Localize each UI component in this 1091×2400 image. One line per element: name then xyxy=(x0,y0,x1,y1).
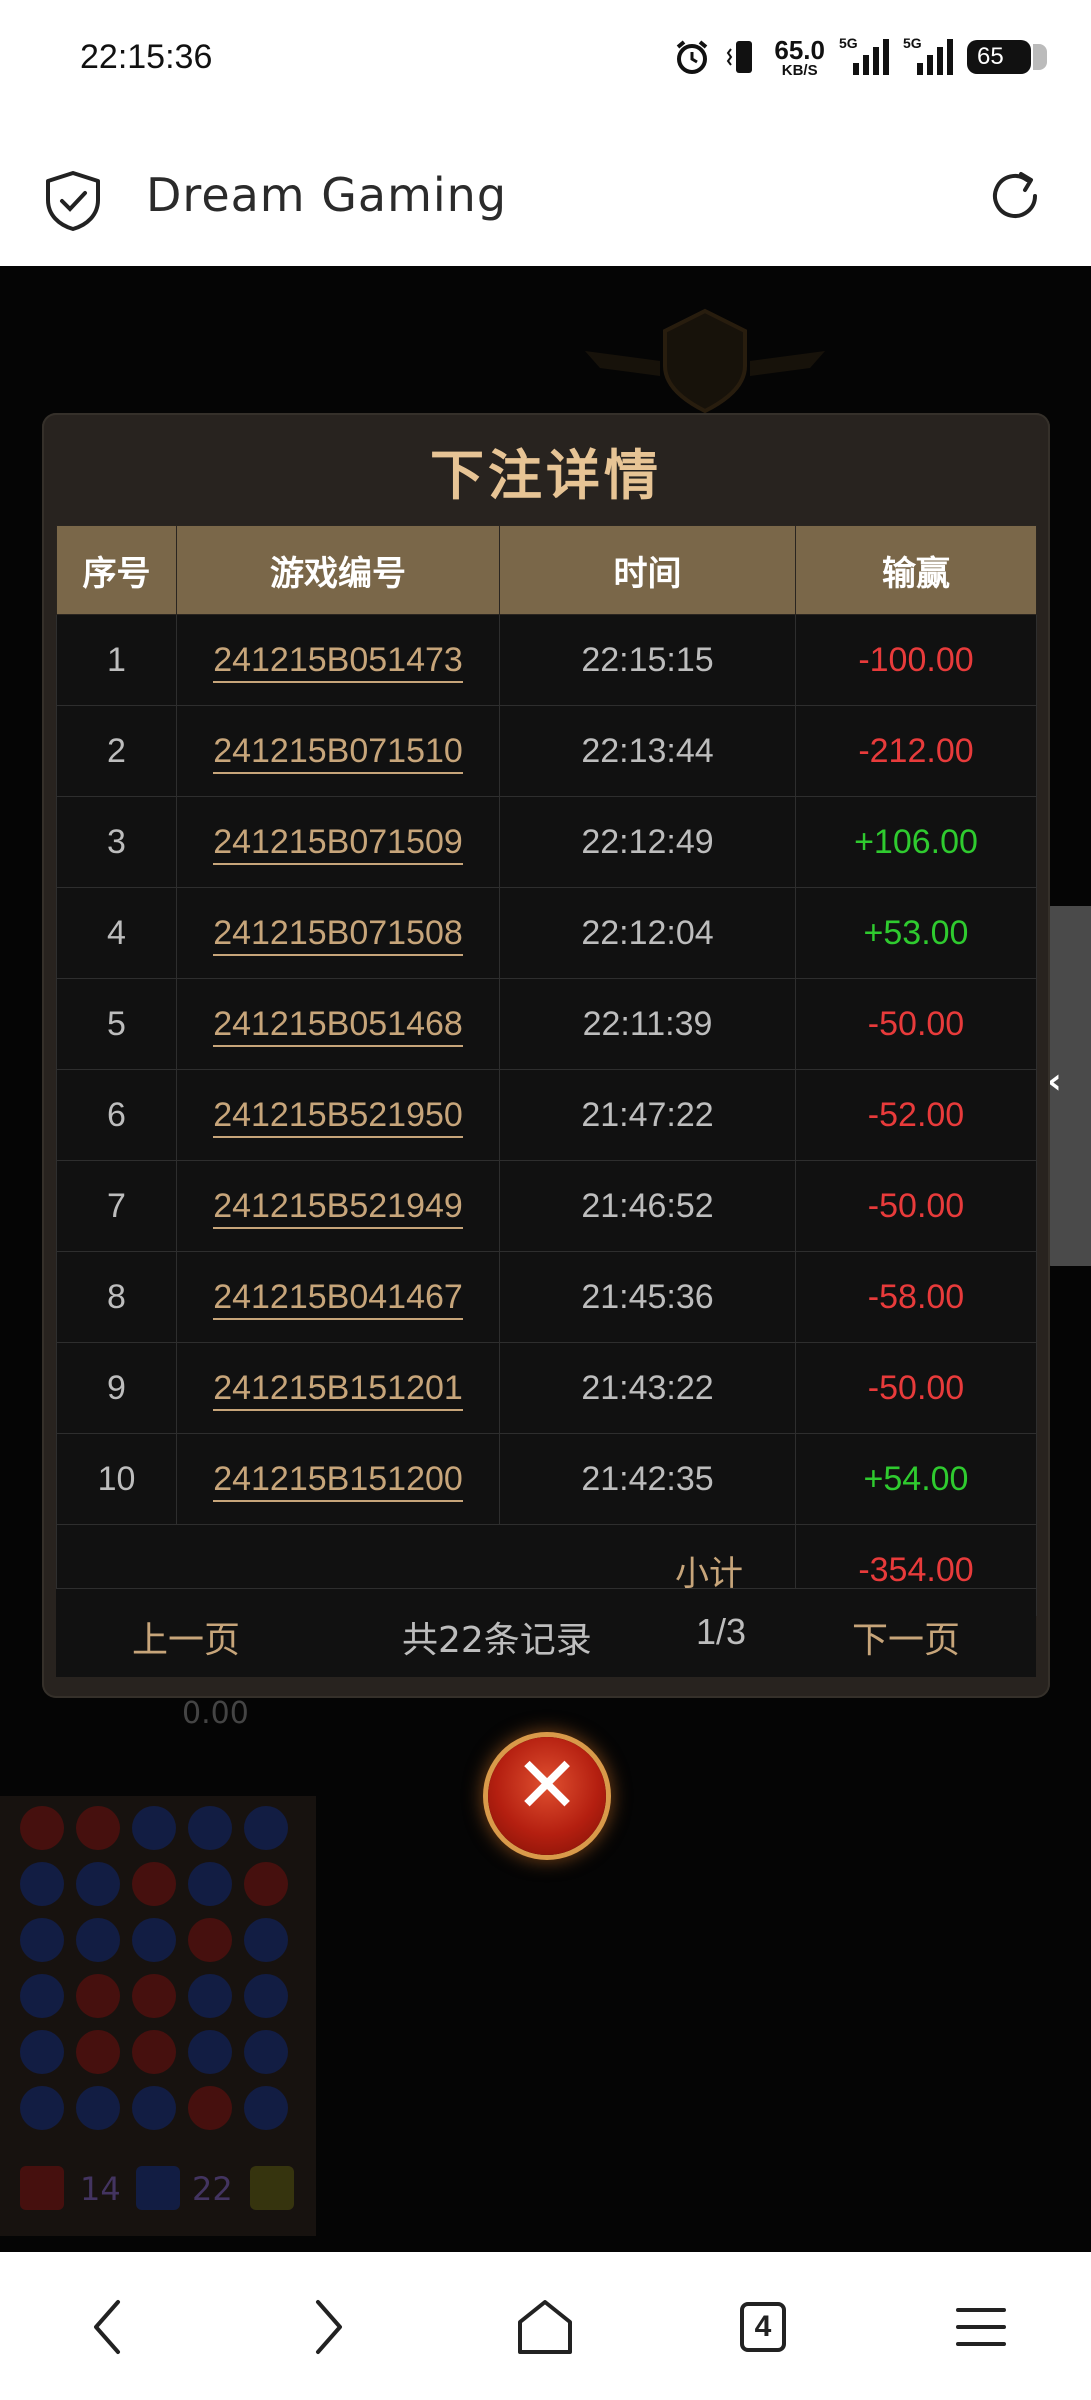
back-icon[interactable] xyxy=(74,2292,144,2362)
forward-icon[interactable] xyxy=(292,2292,362,2362)
cell-time: 21:47:22 xyxy=(499,1069,796,1161)
col-header-index: 序号 xyxy=(56,525,177,615)
game-id-link[interactable]: 241215B521950 xyxy=(213,1095,463,1138)
cell-game-id: 241215B071509 xyxy=(176,796,500,888)
cell-index: 1 xyxy=(56,614,177,706)
cell-result: +54.00 xyxy=(795,1433,1037,1525)
cell-game-id: 241215B151201 xyxy=(176,1342,500,1434)
col-header-result: 输赢 xyxy=(795,525,1037,615)
app-title: Dream Gaming xyxy=(146,168,508,222)
game-id-link[interactable]: 241215B041467 xyxy=(213,1277,463,1320)
reload-icon[interactable] xyxy=(985,166,1045,226)
cell-result: +53.00 xyxy=(795,887,1037,979)
table-row: 8 241215B041467 21:45:36 -58.00 xyxy=(56,1251,1037,1343)
prev-page-button[interactable]: 上一页 xyxy=(132,1611,240,1663)
cell-result: -100.00 xyxy=(795,614,1037,706)
game-id-link[interactable]: 241215B051468 xyxy=(213,1004,463,1047)
cell-index: 6 xyxy=(56,1069,177,1161)
table-row: 6 241215B521950 21:47:22 -52.00 xyxy=(56,1069,1037,1161)
bead-road: 14 22 xyxy=(0,1796,316,2236)
close-dialog-button[interactable]: ✕ xyxy=(488,1737,606,1855)
table-row: 10 241215B151200 21:42:35 +54.00 xyxy=(56,1433,1037,1525)
cell-game-id: 241215B051468 xyxy=(176,978,500,1070)
cell-time: 22:13:44 xyxy=(499,705,796,797)
cell-time: 22:15:15 xyxy=(499,614,796,706)
next-page-button[interactable]: 下一页 xyxy=(852,1611,960,1663)
cell-index: 7 xyxy=(56,1160,177,1252)
cell-time: 22:12:04 xyxy=(499,887,796,979)
cell-time: 22:12:49 xyxy=(499,796,796,888)
vibrate-icon xyxy=(727,41,753,73)
game-id-link[interactable]: 241215B071508 xyxy=(213,913,463,956)
game-id-link[interactable]: 241215B151200 xyxy=(213,1459,463,1502)
network-speed: 65.0 KB/S xyxy=(774,34,825,79)
table-row: 5 241215B051468 22:11:39 -50.00 xyxy=(56,978,1037,1070)
cell-time: 21:45:36 xyxy=(499,1251,796,1343)
cell-result: -50.00 xyxy=(795,978,1037,1070)
cell-result: +106.00 xyxy=(795,796,1037,888)
col-header-game-id: 游戏编号 xyxy=(176,525,500,615)
status-time: 22:15:36 xyxy=(80,38,213,76)
cell-index: 5 xyxy=(56,978,177,1070)
cell-result: -52.00 xyxy=(795,1069,1037,1161)
col-header-time: 时间 xyxy=(499,525,796,615)
game-id-link[interactable]: 241215B051473 xyxy=(213,640,463,683)
alarm-icon xyxy=(677,40,708,74)
cell-index: 4 xyxy=(56,887,177,979)
pagination: 上一页 共22条记录 1/3 下一页 xyxy=(56,1588,1036,1677)
game-emblem-icon xyxy=(585,308,825,414)
cell-time: 21:46:52 xyxy=(499,1160,796,1252)
menu-icon[interactable] xyxy=(946,2292,1016,2362)
table-row: 9 241215B151201 21:43:22 -50.00 xyxy=(56,1342,1037,1434)
signal-icon-2: 5G xyxy=(903,35,953,75)
cell-index: 10 xyxy=(56,1433,177,1525)
cell-index: 8 xyxy=(56,1251,177,1343)
cell-result: -58.00 xyxy=(795,1251,1037,1343)
cell-game-id: 241215B151200 xyxy=(176,1433,500,1525)
table-row: 1 241215B051473 22:15:15 -100.00 xyxy=(56,614,1037,706)
cell-game-id: 241215B071508 xyxy=(176,887,500,979)
cell-result: -212.00 xyxy=(795,705,1037,797)
signal-icon-1: 5G xyxy=(839,35,889,75)
cell-game-id: 241215B051473 xyxy=(176,614,500,706)
close-icon: ✕ xyxy=(514,1741,580,1831)
tabs-button[interactable]: 4 xyxy=(728,2292,798,2362)
cell-game-id: 241215B521950 xyxy=(176,1069,500,1161)
cell-index: 9 xyxy=(56,1342,177,1434)
home-icon[interactable] xyxy=(510,2292,580,2362)
cell-game-id: 241215B521949 xyxy=(176,1160,500,1252)
bets-table: 序号 游戏编号 时间 输赢 1 241215B051473 22:15:15 -100… xyxy=(56,525,1037,1616)
cell-game-id: 241215B071510 xyxy=(176,705,500,797)
game-id-link[interactable]: 241215B151201 xyxy=(213,1368,463,1411)
cell-index: 3 xyxy=(56,796,177,888)
cell-time: 21:42:35 xyxy=(499,1433,796,1525)
dialog-title: 下注详情 xyxy=(430,444,662,507)
cell-result: -50.00 xyxy=(795,1160,1037,1252)
bet-details-dialog: 下注详情 序号 游戏编号 时间 输赢 1 241215B051473 22:15:1… xyxy=(42,413,1050,1698)
bg-score-row: 0.00 xyxy=(182,1696,249,1731)
shield-check-icon[interactable] xyxy=(44,170,102,232)
status-bar: 22:15:36 65.0 KB/S 5G 5G 65 xyxy=(0,0,1091,120)
app-bar: Dream Gaming xyxy=(0,120,1091,266)
game-id-link[interactable]: 241215B521949 xyxy=(213,1186,463,1229)
page-indicator: 1/3 xyxy=(696,1611,747,1652)
table-row: 4 241215B071508 22:12:04 +53.00 xyxy=(56,887,1037,979)
total-records: 共22条记录 xyxy=(402,1620,592,1661)
tabs-count: 4 xyxy=(740,2302,786,2352)
browser-nav-bar: 4 xyxy=(0,2252,1091,2400)
cell-time: 22:11:39 xyxy=(499,978,796,1070)
status-icons: 65.0 KB/S 5G 5G 65 xyxy=(672,34,1047,80)
game-id-link[interactable]: 241215B071509 xyxy=(213,822,463,865)
cell-result: -50.00 xyxy=(795,1342,1037,1434)
cell-index: 2 xyxy=(56,705,177,797)
table-header-row: 序号 游戏编号 时间 输赢 xyxy=(56,525,1037,615)
table-row: 7 241215B521949 21:46:52 -50.00 xyxy=(56,1160,1037,1252)
table-row: 2 241215B071510 22:13:44 -212.00 xyxy=(56,705,1037,797)
cell-game-id: 241215B041467 xyxy=(176,1251,500,1343)
table-row: 3 241215B071509 22:12:49 +106.00 xyxy=(56,796,1037,888)
game-id-link[interactable]: 241215B071510 xyxy=(213,731,463,774)
cell-time: 21:43:22 xyxy=(499,1342,796,1434)
battery-icon: 65 xyxy=(967,40,1047,74)
